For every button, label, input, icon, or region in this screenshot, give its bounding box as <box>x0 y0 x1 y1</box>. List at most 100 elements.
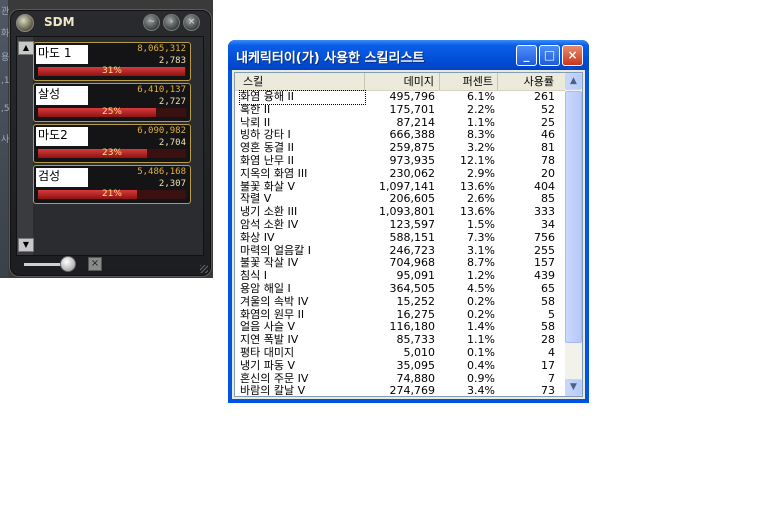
player-card[interactable]: 살성 6,410,137 2,727 25% <box>33 83 191 122</box>
skill-name-cell: 혹한 II <box>240 102 271 116</box>
damage-cell: 274,769 <box>389 384 436 397</box>
player-share-label: 21% <box>101 189 122 199</box>
skill-list-view: 스킬 데미지 퍼센트 사용률 화염 융해 II 495,796 6.1% 261 혹한 … <box>234 72 583 397</box>
sdm-graph-button[interactable]: ~ <box>143 14 160 31</box>
player-card[interactable]: 마도2 6,090,982 2,704 23% <box>33 124 191 163</box>
player-hit-count: 2,783 <box>158 56 186 66</box>
percent-cell: 0.1% <box>467 345 495 359</box>
skill-list-window: 내케릭터이(가) 사용한 스킬리스트 _ □ × 스킬 데미지 퍼센트 사용률 … <box>228 40 589 403</box>
opacity-slider-knob[interactable] <box>60 256 76 272</box>
player-share-label: 25% <box>101 107 122 117</box>
skill-name-cell: 바람의 칼날 V <box>240 384 306 397</box>
player-card[interactable]: 검성 5,486,168 2,307 21% <box>33 165 191 204</box>
uses-cell: 78 <box>541 153 555 167</box>
minimize-button[interactable]: _ <box>516 45 537 66</box>
scroll-thumb[interactable] <box>565 91 582 343</box>
sdm-reset-button[interactable]: × <box>88 257 102 271</box>
skill-name-cell: 용암 해일 I <box>240 281 291 295</box>
skill-name-cell: 화상 IV <box>240 230 275 244</box>
table-row[interactable]: 화염 난무 II 973,935 12.1% 78 <box>235 153 567 168</box>
percent-cell: 4.5% <box>467 281 495 295</box>
uses-cell: 73 <box>541 384 555 397</box>
uses-cell: 261 <box>534 90 555 103</box>
column-header-uses[interactable]: 사용률 <box>498 73 567 90</box>
player-share-label: 31% <box>101 66 122 76</box>
skill-name-cell: 지옥의 화염 III <box>240 166 308 180</box>
column-header-damage[interactable]: 데미지 <box>365 73 440 90</box>
window-title: 내케릭터이(가) 사용한 스킬리스트 <box>236 51 425 66</box>
list-scrollbar[interactable]: ▲ ▼ <box>565 73 582 396</box>
sdm-header: SDM ~ › × <box>10 10 211 36</box>
scroll-down-button[interactable]: ▼ <box>565 379 582 396</box>
table-row[interactable]: 평타 대미지 5,010 0.1% 4 <box>235 345 567 360</box>
damage-cell: 364,505 <box>389 281 436 295</box>
resize-grip-icon[interactable] <box>200 265 208 273</box>
uses-cell: 4 <box>548 345 555 359</box>
player-damage: 5,486,168 <box>137 167 186 177</box>
player-share-bar: 31% <box>38 67 186 76</box>
maximize-button[interactable]: □ <box>539 45 560 66</box>
table-row[interactable]: 암석 소환 IV 123,597 1.5% 34 <box>235 217 567 232</box>
uses-cell: 756 <box>534 230 555 244</box>
player-share-bar: 21% <box>38 190 186 199</box>
skill-name-cell: 암석 소환 IV <box>240 217 299 231</box>
damage-cell: 35,095 <box>396 358 436 372</box>
player-hit-count: 2,727 <box>158 97 186 107</box>
sdm-title: SDM <box>44 15 75 29</box>
table-row[interactable]: 바람의 칼날 V 274,769 3.4% 73 <box>235 384 567 397</box>
sdm-scrollbar[interactable]: ▲ ▼ <box>17 37 34 255</box>
list-header: 스킬 데미지 퍼센트 사용률 <box>235 73 567 91</box>
player-share-bar: 25% <box>38 108 186 117</box>
table-row[interactable]: 화염 융해 II 495,796 6.1% 261 <box>235 90 567 105</box>
table-row[interactable]: 용암 해일 I 364,505 4.5% 65 <box>235 281 567 296</box>
window-body: 스킬 데미지 퍼센트 사용률 화염 융해 II 495,796 6.1% 261 혹한 … <box>232 70 585 399</box>
skill-name-cell: 평타 대미지 <box>240 345 295 359</box>
percent-cell: 2.9% <box>467 166 495 180</box>
percent-cell: 12.1% <box>460 153 495 167</box>
uses-cell: 65 <box>541 281 555 295</box>
player-hit-count: 2,704 <box>158 138 186 148</box>
player-damage: 8,065,312 <box>137 44 186 54</box>
table-row[interactable]: 겨울의 속박 IV 15,252 0.2% 58 <box>235 294 567 309</box>
edge-glyph: 관 <box>1 7 10 17</box>
sdm-next-button[interactable]: › <box>163 14 180 31</box>
player-share-bar: 23% <box>38 149 186 158</box>
damage-cell: 175,701 <box>389 102 436 116</box>
table-row[interactable]: 냉기 파동 V 35,095 0.4% 17 <box>235 358 567 373</box>
player-name: 살성 <box>36 86 88 105</box>
sdm-scroll-up-button[interactable]: ▲ <box>18 41 34 55</box>
player-card[interactable]: 마도 1 8,065,312 2,783 31% <box>33 42 191 81</box>
sdm-scroll-down-button[interactable]: ▼ <box>18 238 34 252</box>
table-row[interactable]: 화상 IV 588,151 7.3% 756 <box>235 230 567 245</box>
uses-cell: 52 <box>541 102 555 116</box>
skill-name-cell: 화염 난무 II <box>240 153 294 167</box>
sdm-panel: SDM ~ › × ▲ ▼ 마도 1 8,065,312 2,783 31% 살… <box>9 9 212 277</box>
percent-cell: 0.2% <box>467 294 495 308</box>
damage-cell: 15,252 <box>396 294 436 308</box>
sdm-close-button[interactable]: × <box>183 14 200 31</box>
skill-name-cell: 냉기 파동 V <box>240 358 295 372</box>
sdm-orb-icon[interactable] <box>16 14 34 32</box>
column-header-skill[interactable]: 스킬 <box>235 73 365 90</box>
skill-name-cell: 화염 융해 II <box>239 90 366 105</box>
uses-cell: 20 <box>541 166 555 180</box>
player-damage: 6,090,982 <box>137 126 186 136</box>
table-row[interactable]: 지옥의 화염 III 230,062 2.9% 20 <box>235 166 567 181</box>
uses-cell: 28 <box>541 333 555 347</box>
window-titlebar[interactable]: 내케릭터이(가) 사용한 스킬리스트 _ □ × <box>228 40 589 70</box>
player-damage: 6,410,137 <box>137 85 186 95</box>
column-header-percent[interactable]: 퍼센트 <box>440 73 498 90</box>
player-name: 검성 <box>36 168 88 187</box>
scroll-up-button[interactable]: ▲ <box>565 73 582 90</box>
skill-name-cell: 겨울의 속박 IV <box>240 294 309 308</box>
damage-cell: 5,010 <box>403 345 436 359</box>
table-row[interactable]: 혹한 II 175,701 2.2% 52 <box>235 102 567 117</box>
close-button[interactable]: × <box>562 45 583 66</box>
uses-cell: 34 <box>541 217 555 231</box>
percent-cell: 2.2% <box>467 102 495 116</box>
background-window-edge: 관 화 용 ,1 ,5 사 <box>0 0 10 278</box>
percent-cell: 7.3% <box>467 230 495 244</box>
player-hit-count: 2,307 <box>158 179 186 189</box>
damage-cell: 495,796 <box>389 90 436 103</box>
percent-cell: 3.4% <box>467 384 495 397</box>
